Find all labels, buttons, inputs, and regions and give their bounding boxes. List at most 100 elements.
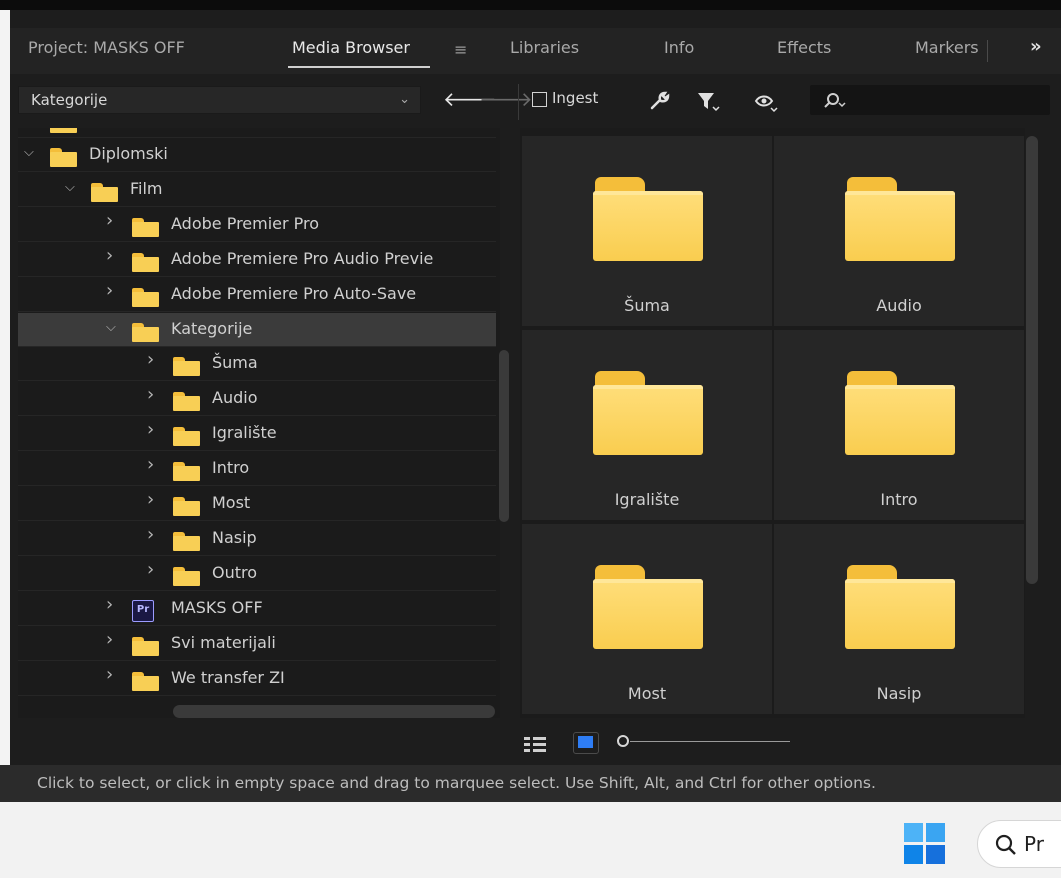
tree-row[interactable]: › Igralište [18,417,496,452]
tree-row[interactable]: › Svi materijali [18,627,496,661]
folder-tile-label: Most [627,684,667,703]
chevron-right-icon[interactable]: › [147,419,154,440]
tab-effects[interactable]: Effects [777,38,831,57]
zoom-slider-track[interactable] [630,741,790,742]
chevron-right-icon[interactable]: › [147,559,154,580]
filter-icon[interactable] [696,91,720,113]
taskbar-search[interactable]: Pr [977,820,1061,868]
chevron-right-icon[interactable]: › [106,245,113,266]
chevron-right-icon[interactable]: › [106,594,113,615]
tree-row-partial [18,128,496,138]
tree-row[interactable]: › We transfer ZI [18,662,496,696]
tree-row[interactable]: › Pr MASKS OFF [18,592,496,626]
folder-tile[interactable]: Igralište [522,330,772,520]
chevron-down-icon[interactable]: ⌵ [24,145,34,160]
folder-tile[interactable]: Šuma [522,136,772,326]
tree-row[interactable]: › Outro [18,557,496,591]
status-text: Click to select, or click in empty space… [37,774,876,792]
folder-tile[interactable]: Most [522,524,772,714]
tree-item-label: Šuma [212,353,258,373]
chevron-down-icon: ⌄ [399,92,410,107]
tab-project[interactable]: Project: MASKS OFF [28,38,185,57]
tree-row[interactable]: › Audio [18,382,496,417]
windows-start-icon[interactable] [904,823,946,865]
folder-icon [173,531,200,551]
folder-icon [173,566,200,586]
folder-tile[interactable]: Audio [774,136,1024,326]
folder-tile-label: Audio [876,296,922,315]
tree-row[interactable]: ⌵ Film [18,173,496,207]
tab-markers[interactable]: Markers [915,38,985,57]
tree-horizontal-scrollbar[interactable] [173,705,495,718]
active-tab-indicator [288,66,430,68]
tree-row[interactable]: › Adobe Premiere Pro Audio Previe [18,243,496,277]
tree-item-label: Kategorije [171,318,253,338]
folder-tile-label: Igralište [614,490,680,509]
tab-info[interactable]: Info [664,38,694,57]
folder-icon [173,497,200,516]
folder-icon [173,462,200,482]
list-view-icon[interactable] [524,736,546,752]
tree-item-label: Outro [212,562,258,582]
tree-item-label: Diplomski [89,144,168,163]
media-browser-panel: Project: MASKS OFF Media Browser ≡ Libra… [10,10,1061,765]
tree-item-label: We transfer ZI [171,667,285,687]
folder-icon [593,177,703,261]
folder-icon [173,357,200,377]
tree-row[interactable]: › Intro [18,452,496,487]
tree-row[interactable]: › Nasip [18,522,496,556]
chevron-right-icon[interactable]: › [147,349,154,370]
zoom-slider-handle[interactable] [617,735,629,747]
folder-icon [173,427,200,447]
tree-row[interactable]: › Adobe Premiere Pro Auto-Save [18,278,496,312]
tree-item-label: Igralište [212,423,277,443]
chevron-right-icon[interactable]: › [147,454,154,475]
ingest-checkbox[interactable] [532,92,547,107]
tabs-overflow-icon[interactable]: » [1030,36,1042,57]
taskbar: Pr [0,802,1061,878]
folder-tile-label: Šuma [624,296,670,315]
icon-view-icon[interactable] [573,732,599,754]
thumbnail-grid: Šuma Audio Igralište Intro Most Nasip [520,128,1025,718]
folder-icon [50,148,77,167]
tree-row[interactable]: › Most [18,487,496,521]
chevron-right-icon[interactable]: › [106,280,113,301]
chevron-right-icon[interactable]: › [106,210,113,231]
tree-row[interactable]: ⌵ Diplomski [18,138,496,172]
forward-arrow-icon[interactable]: 🡒 [479,87,533,111]
tree-item-label: Svi materijali [171,632,276,652]
tree-item-label: Audio [212,388,258,408]
toolbar-divider [518,84,519,120]
tree-vertical-scrollbar[interactable] [499,350,509,522]
tab-media-browser[interactable]: Media Browser [292,38,410,57]
chevron-down-icon[interactable]: ⌵ [65,180,75,195]
tree-row[interactable]: ⌵ Kategorije [18,312,496,347]
location-dropdown[interactable]: Kategorije ⌄ [18,86,421,114]
chevron-right-icon[interactable]: › [147,524,154,545]
folder-icon [50,128,77,133]
panel-menu-icon[interactable]: ≡ [454,40,467,59]
tree-row[interactable]: › Adobe Premier Pro [18,208,496,242]
taskbar-search-text: Pr [1024,832,1044,856]
tab-libraries[interactable]: Libraries [510,38,579,57]
chevron-right-icon[interactable]: › [106,664,113,685]
folder-tree: ⌵ Diplomski ⌵ Film › Adobe Premier Pro › Adobe … [18,128,500,718]
grid-vertical-scrollbar[interactable] [1026,136,1038,584]
view-eye-icon[interactable] [754,92,780,114]
folder-icon [132,217,159,237]
premiere-project-icon: Pr [132,599,154,622]
chevron-right-icon[interactable]: › [147,489,154,510]
tree-item-label: Nasip [212,527,257,547]
search-input[interactable] [810,85,1050,115]
folder-tile[interactable]: Intro [774,330,1024,520]
chevron-down-icon[interactable]: ⌵ [106,320,116,335]
folder-icon [91,182,118,202]
folder-icon [593,371,703,455]
chevron-right-icon[interactable]: › [147,384,154,405]
folder-icon [173,392,200,412]
folder-icon [132,671,159,691]
chevron-right-icon[interactable]: › [106,629,113,650]
wrench-icon[interactable] [648,90,670,112]
tree-row[interactable]: › Šuma [18,347,496,382]
folder-tile[interactable]: Nasip [774,524,1024,714]
